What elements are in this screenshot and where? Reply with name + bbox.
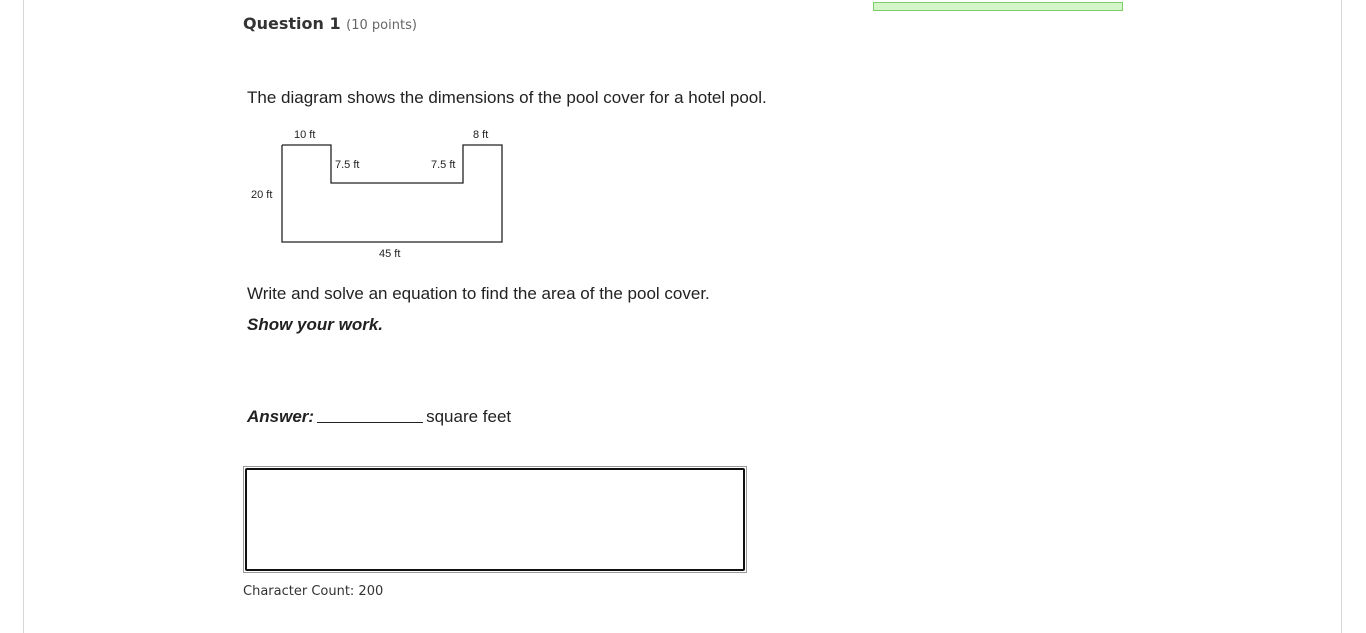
pool-cover-outline	[281, 144, 503, 243]
label-top-left: 10 ft	[294, 129, 315, 141]
question-title: Question 1	[243, 14, 341, 33]
question-header: Question 1 (10 points)	[243, 14, 417, 33]
progress-indicator	[873, 2, 1123, 11]
character-count: Character Count: 200	[243, 584, 384, 599]
question-prompt: The diagram shows the dimensions of the …	[247, 88, 767, 107]
label-bottom: 45 ft	[379, 248, 400, 260]
response-textarea[interactable]	[245, 468, 745, 571]
label-inner-left: 7.5 ft	[335, 159, 359, 171]
answer-blank	[317, 421, 424, 423]
label-left-side: 20 ft	[251, 189, 272, 201]
question-points: (10 points)	[346, 18, 417, 33]
show-work-text: Show your work.	[247, 315, 384, 334]
label-inner-right: 7.5 ft	[431, 159, 455, 171]
answer-row: Answer: square feet	[247, 407, 511, 427]
instruction-text: Write and solve an equation to find the …	[247, 284, 710, 303]
label-top-right: 8 ft	[473, 129, 488, 141]
pool-cover-diagram: 10 ft 8 ft 7.5 ft 7.5 ft 20 ft 45 ft	[251, 129, 503, 260]
response-container	[243, 466, 747, 573]
answer-unit: square feet	[426, 407, 512, 426]
answer-label: Answer:	[247, 407, 315, 426]
